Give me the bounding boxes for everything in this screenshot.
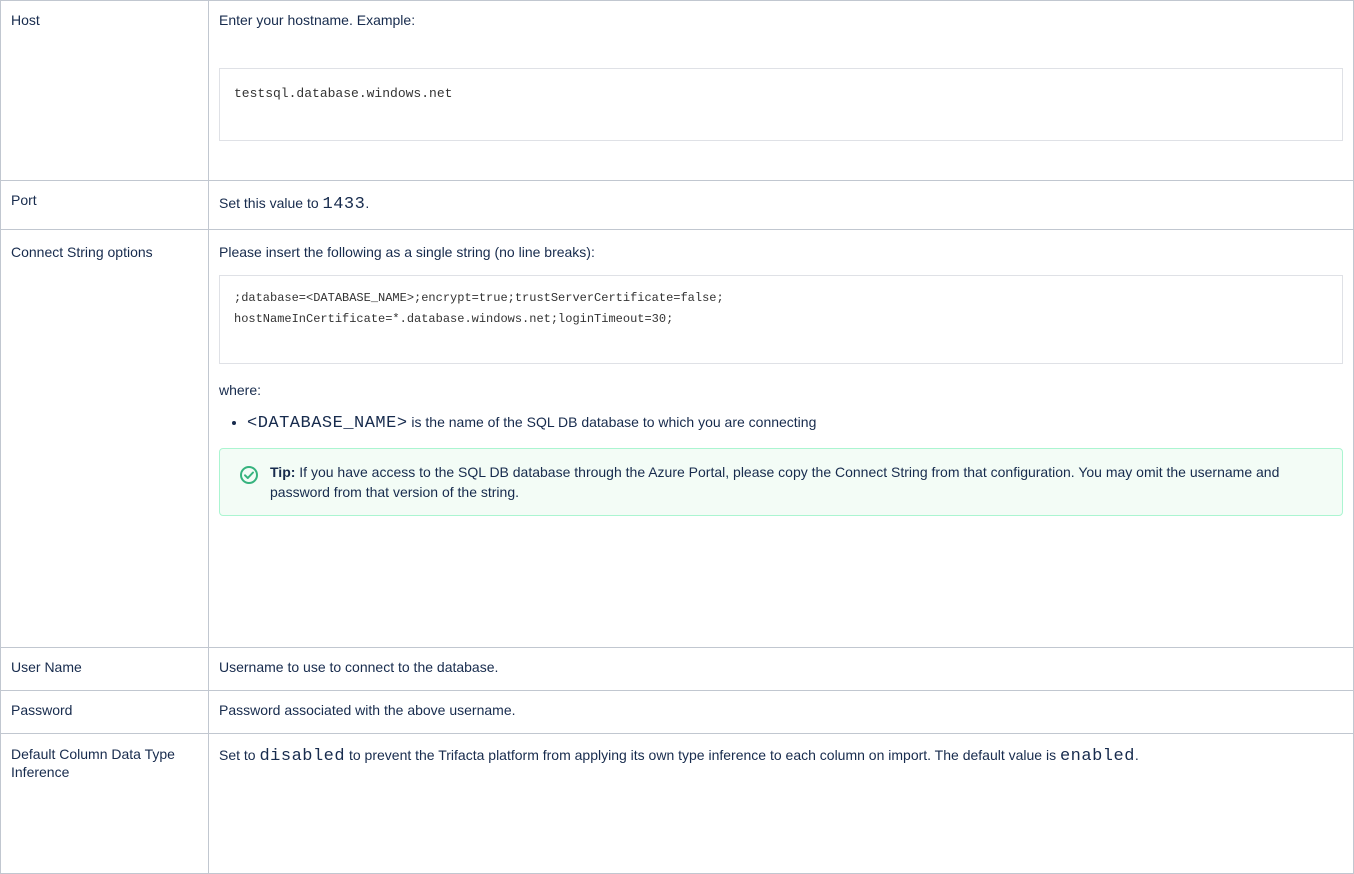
- row-description-port: Set this value to 1433.: [208, 180, 1354, 230]
- where-list: <DATABASE_NAME> is the name of the SQL D…: [219, 412, 1343, 434]
- connect-intro: Please insert the following as a single …: [219, 244, 595, 260]
- tip-text: If you have access to the SQL DB databas…: [270, 464, 1280, 500]
- row-label-username: User Name: [0, 647, 209, 691]
- inference-code-disabled: disabled: [259, 747, 346, 766]
- database-name-code: <DATABASE_NAME>: [247, 414, 408, 433]
- row-description-username: Username to use to connect to the databa…: [208, 647, 1354, 691]
- row-label-connect-string: Connect String options: [0, 229, 209, 648]
- table-row-host: Host Enter your hostname. Example: tests…: [0, 0, 1354, 181]
- host-intro: Enter your hostname. Example:: [219, 12, 416, 28]
- table-row-username: User Name Username to use to connect to …: [0, 647, 1354, 691]
- row-description-connect-string: Please insert the following as a single …: [208, 229, 1354, 648]
- tip-panel: Tip: If you have access to the SQL DB da…: [219, 448, 1343, 516]
- row-description-host: Enter your hostname. Example: testsql.da…: [208, 0, 1354, 181]
- inference-code-enabled: enabled: [1059, 747, 1135, 766]
- inference-text-3: .: [1134, 747, 1139, 763]
- row-label-host: Host: [0, 0, 209, 181]
- where-label: where:: [219, 382, 262, 398]
- inference-text-1: Set to: [219, 747, 260, 763]
- table-row-password: Password Password associated with the ab…: [0, 690, 1354, 734]
- table-row-inference: Default Column Data Type Inference Set t…: [0, 733, 1354, 874]
- host-code-block: testsql.database.windows.net: [219, 68, 1343, 141]
- row-label-password: Password: [0, 690, 209, 734]
- row-label-port: Port: [0, 180, 209, 230]
- row-description-password: Password associated with the above usern…: [208, 690, 1354, 734]
- connect-code-line-1: ;database=<DATABASE_NAME>;encrypt=true;t…: [234, 291, 724, 305]
- connect-code-line-2: hostNameInCertificate=*.database.windows…: [234, 312, 674, 326]
- table-row-port: Port Set this value to 1433.: [0, 180, 1354, 230]
- port-text-after: .: [365, 195, 370, 211]
- check-circle-icon: [240, 466, 258, 484]
- bullet-description: is the name of the SQL DB database to wh…: [407, 414, 817, 430]
- row-description-inference: Set to disabled to prevent the Trifacta …: [208, 733, 1354, 874]
- port-text-before: Set this value to: [219, 195, 323, 211]
- list-item: <DATABASE_NAME> is the name of the SQL D…: [247, 412, 1343, 434]
- tip-label: Tip:: [270, 464, 296, 480]
- table-row-connect-string: Connect String options Please insert the…: [0, 229, 1354, 648]
- connection-settings-table: Host Enter your hostname. Example: tests…: [0, 0, 1354, 874]
- port-value: 1433: [322, 195, 366, 214]
- connect-code-block: ;database=<DATABASE_NAME>;encrypt=true;t…: [219, 275, 1343, 364]
- row-label-inference: Default Column Data Type Inference: [0, 733, 209, 874]
- inference-text-2: to prevent the Trifacta platform from ap…: [345, 747, 1060, 763]
- host-example-code: testsql.database.windows.net: [234, 86, 453, 101]
